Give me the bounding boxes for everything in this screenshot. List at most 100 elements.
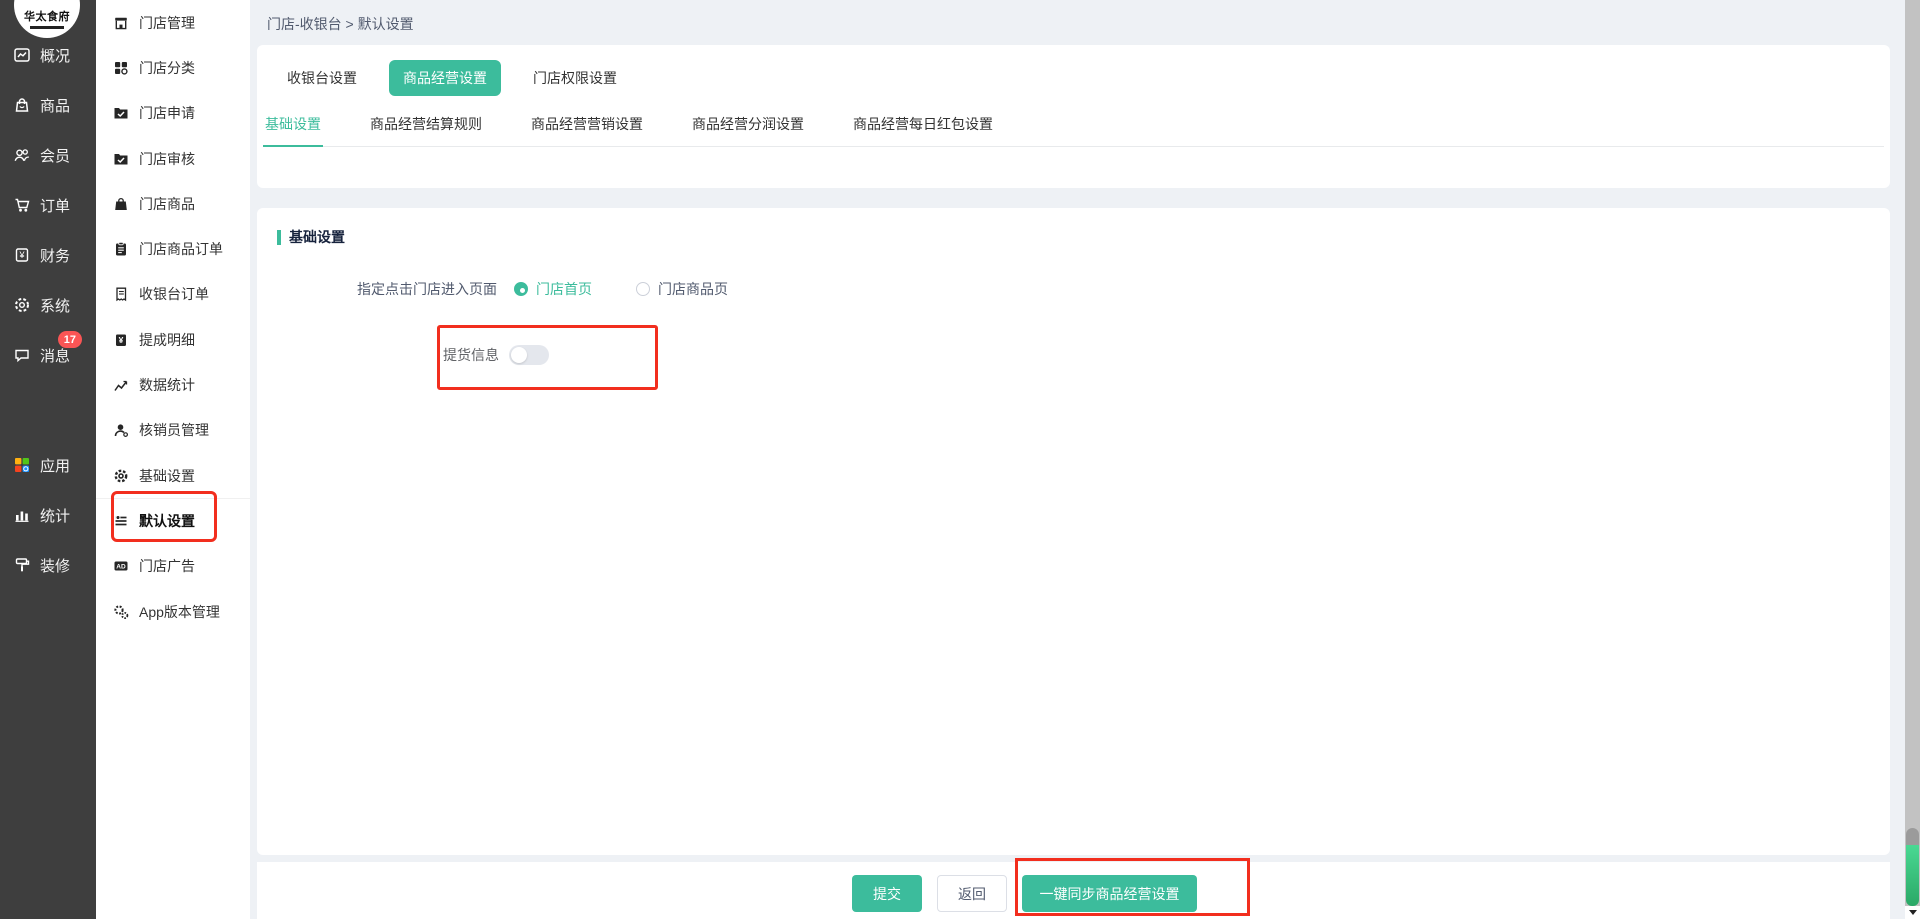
nav-item-message[interactable]: 消息 17	[0, 330, 96, 380]
goods-icon	[13, 96, 31, 114]
submenu-item-store-category[interactable]: 门店分类	[96, 45, 250, 90]
subtab-basic-settings[interactable]: 基础设置	[263, 110, 323, 147]
nav-item-stats[interactable]: 统计	[0, 490, 96, 540]
nav-item-apps[interactable]: 应用	[0, 440, 96, 490]
store-audit-icon	[113, 151, 129, 167]
verifier-manage-icon	[113, 422, 129, 438]
submenu-item-store-audit[interactable]: 门店审核	[96, 136, 250, 181]
submenu-label: App版本管理	[139, 603, 220, 620]
svg-text:¥: ¥	[18, 250, 25, 260]
submenu-item-app-version[interactable]: App版本管理	[96, 589, 250, 634]
submenu-item-cashier-order[interactable]: 收银台订单	[96, 272, 250, 317]
submenu-item-data-stats[interactable]: 数据统计	[96, 362, 250, 407]
submenu-label: 门店商品订单	[139, 241, 223, 258]
nav-item-system[interactable]: 系统	[0, 280, 96, 330]
section-title: 基础设置	[289, 229, 345, 245]
page-scrollbar[interactable]	[1905, 0, 1920, 919]
tab-store-permission-settings[interactable]: 门店权限设置	[531, 60, 619, 96]
paint-roller-icon	[13, 556, 31, 574]
radio-selected-icon[interactable]	[514, 282, 528, 296]
nav-label: 商品	[40, 97, 71, 115]
submenu-label: 提成明细	[139, 331, 195, 348]
subtab-profit-sharing-settings[interactable]: 商品经营分润设置	[690, 110, 806, 147]
submenu-label: 收银台订单	[139, 286, 209, 303]
scrollbar-thumb-cap[interactable]	[1906, 828, 1919, 845]
member-icon	[13, 146, 31, 164]
store-submenu: 门店管理 门店分类 门店申请 门店审核 门店商品 门店商品订单 收银台订单 ¥ …	[96, 0, 250, 919]
section-header: 基础设置	[277, 227, 345, 247]
submenu-item-basic-settings[interactable]: 基础设置	[96, 453, 250, 498]
data-stats-icon	[113, 377, 129, 393]
subtab-daily-redpacket-settings[interactable]: 商品经营每日红包设置	[851, 110, 995, 147]
pickup-info-label: 提货信息	[443, 347, 499, 363]
brand-logo-text: 华太食府	[24, 11, 70, 23]
svg-text:¥: ¥	[119, 335, 124, 345]
store-category-icon	[113, 60, 129, 76]
submenu-item-verifier-manage[interactable]: 核销员管理	[96, 408, 250, 453]
submenu-label: 门店审核	[139, 150, 195, 167]
page-entry-form-row: 指定点击门店进入页面 门店首页 门店商品页	[257, 279, 728, 299]
radio-unselected-icon[interactable]	[636, 282, 650, 296]
sync-goods-settings-button[interactable]: 一键同步商品经营设置	[1022, 875, 1197, 912]
subtab-bar: 基础设置 商品经营结算规则 商品经营营销设置 商品经营分润设置 商品经营每日红包…	[263, 110, 1884, 147]
store-goods-icon	[113, 196, 129, 212]
submenu-item-store-goods-order[interactable]: 门店商品订单	[96, 226, 250, 271]
store-apply-icon	[113, 105, 129, 121]
submenu-item-default-settings[interactable]: 默认设置	[96, 498, 250, 543]
submenu-item-store-manage[interactable]: 门店管理	[96, 0, 250, 45]
apps-icon	[13, 456, 31, 474]
commission-icon: ¥	[113, 332, 129, 348]
tab-bar: 收银台设置 商品经营设置 门店权限设置	[257, 45, 1890, 96]
submenu-label: 默认设置	[139, 513, 195, 530]
nav-item-goods[interactable]: 商品	[0, 80, 96, 130]
nav-item-decorate[interactable]: 装修	[0, 540, 96, 590]
nav-label: 财务	[40, 247, 71, 265]
submenu-label: 门店申请	[139, 105, 195, 122]
main-sidebar: 华太食府 概况 商品 会员 订单 ¥ 财务 系统 消息 17 应用 统计 装修	[0, 0, 96, 919]
cashier-order-icon	[113, 286, 129, 302]
back-button[interactable]: 返回	[937, 875, 1007, 912]
toggle-knob	[511, 347, 527, 363]
main-content: 门店-收银台 > 默认设置 收银台设置 商品经营设置 门店权限设置 基础设置 商…	[250, 0, 1920, 919]
radio-label: 门店首页	[536, 281, 592, 297]
message-count-badge: 17	[57, 331, 82, 348]
radio-store-homepage[interactable]: 门店首页	[514, 279, 592, 299]
nav-label: 应用	[40, 457, 71, 475]
scrollbar-down-arrow-icon[interactable]	[1905, 906, 1920, 919]
nav-label: 装修	[40, 557, 71, 575]
stats-bars-icon	[13, 506, 31, 524]
footer-buttons: 提交 返回 一键同步商品经营设置	[852, 875, 1197, 912]
submenu-label: 门店分类	[139, 59, 195, 76]
subtab-marketing-settings[interactable]: 商品经营营销设置	[529, 110, 645, 147]
nav-item-finance[interactable]: ¥ 财务	[0, 230, 96, 280]
app-version-gears-icon	[113, 604, 129, 620]
submenu-item-store-goods[interactable]: 门店商品	[96, 181, 250, 226]
message-icon	[13, 346, 31, 364]
subtab-settlement-rules[interactable]: 商品经营结算规则	[368, 110, 484, 147]
basic-settings-panel: 基础设置 指定点击门店进入页面 门店首页 门店商品页 提货信息	[257, 208, 1890, 855]
settings-tabs-card: 收银台设置 商品经营设置 门店权限设置 基础设置 商品经营结算规则 商品经营营销…	[257, 45, 1890, 188]
svg-text:AD: AD	[116, 564, 126, 571]
submenu-item-commission[interactable]: ¥ 提成明细	[96, 317, 250, 362]
radio-store-goods-page[interactable]: 门店商品页	[636, 279, 728, 299]
nav-item-overview[interactable]: 概况	[0, 30, 96, 80]
system-gear-icon	[13, 296, 31, 314]
basic-settings-gear-icon	[113, 468, 129, 484]
submenu-item-store-apply[interactable]: 门店申请	[96, 91, 250, 136]
scrollbar-thumb[interactable]	[1906, 845, 1919, 906]
submenu-label: 基础设置	[139, 467, 195, 484]
pickup-info-toggle[interactable]	[509, 345, 549, 365]
tab-goods-operation-settings[interactable]: 商品经营设置	[389, 60, 501, 96]
nav-label: 订单	[40, 197, 71, 215]
submenu-item-store-ad[interactable]: AD 门店广告	[96, 544, 250, 589]
default-settings-icon	[113, 513, 129, 529]
store-manage-icon	[113, 15, 129, 31]
submit-button[interactable]: 提交	[852, 875, 922, 912]
nav-item-member[interactable]: 会员	[0, 130, 96, 180]
page-entry-radio-group: 门店首页 门店商品页	[514, 279, 728, 299]
radio-label: 门店商品页	[658, 281, 728, 297]
tab-cashier-settings[interactable]: 收银台设置	[285, 60, 359, 96]
nav-label: 概况	[40, 47, 71, 65]
nav-item-order[interactable]: 订单	[0, 180, 96, 230]
